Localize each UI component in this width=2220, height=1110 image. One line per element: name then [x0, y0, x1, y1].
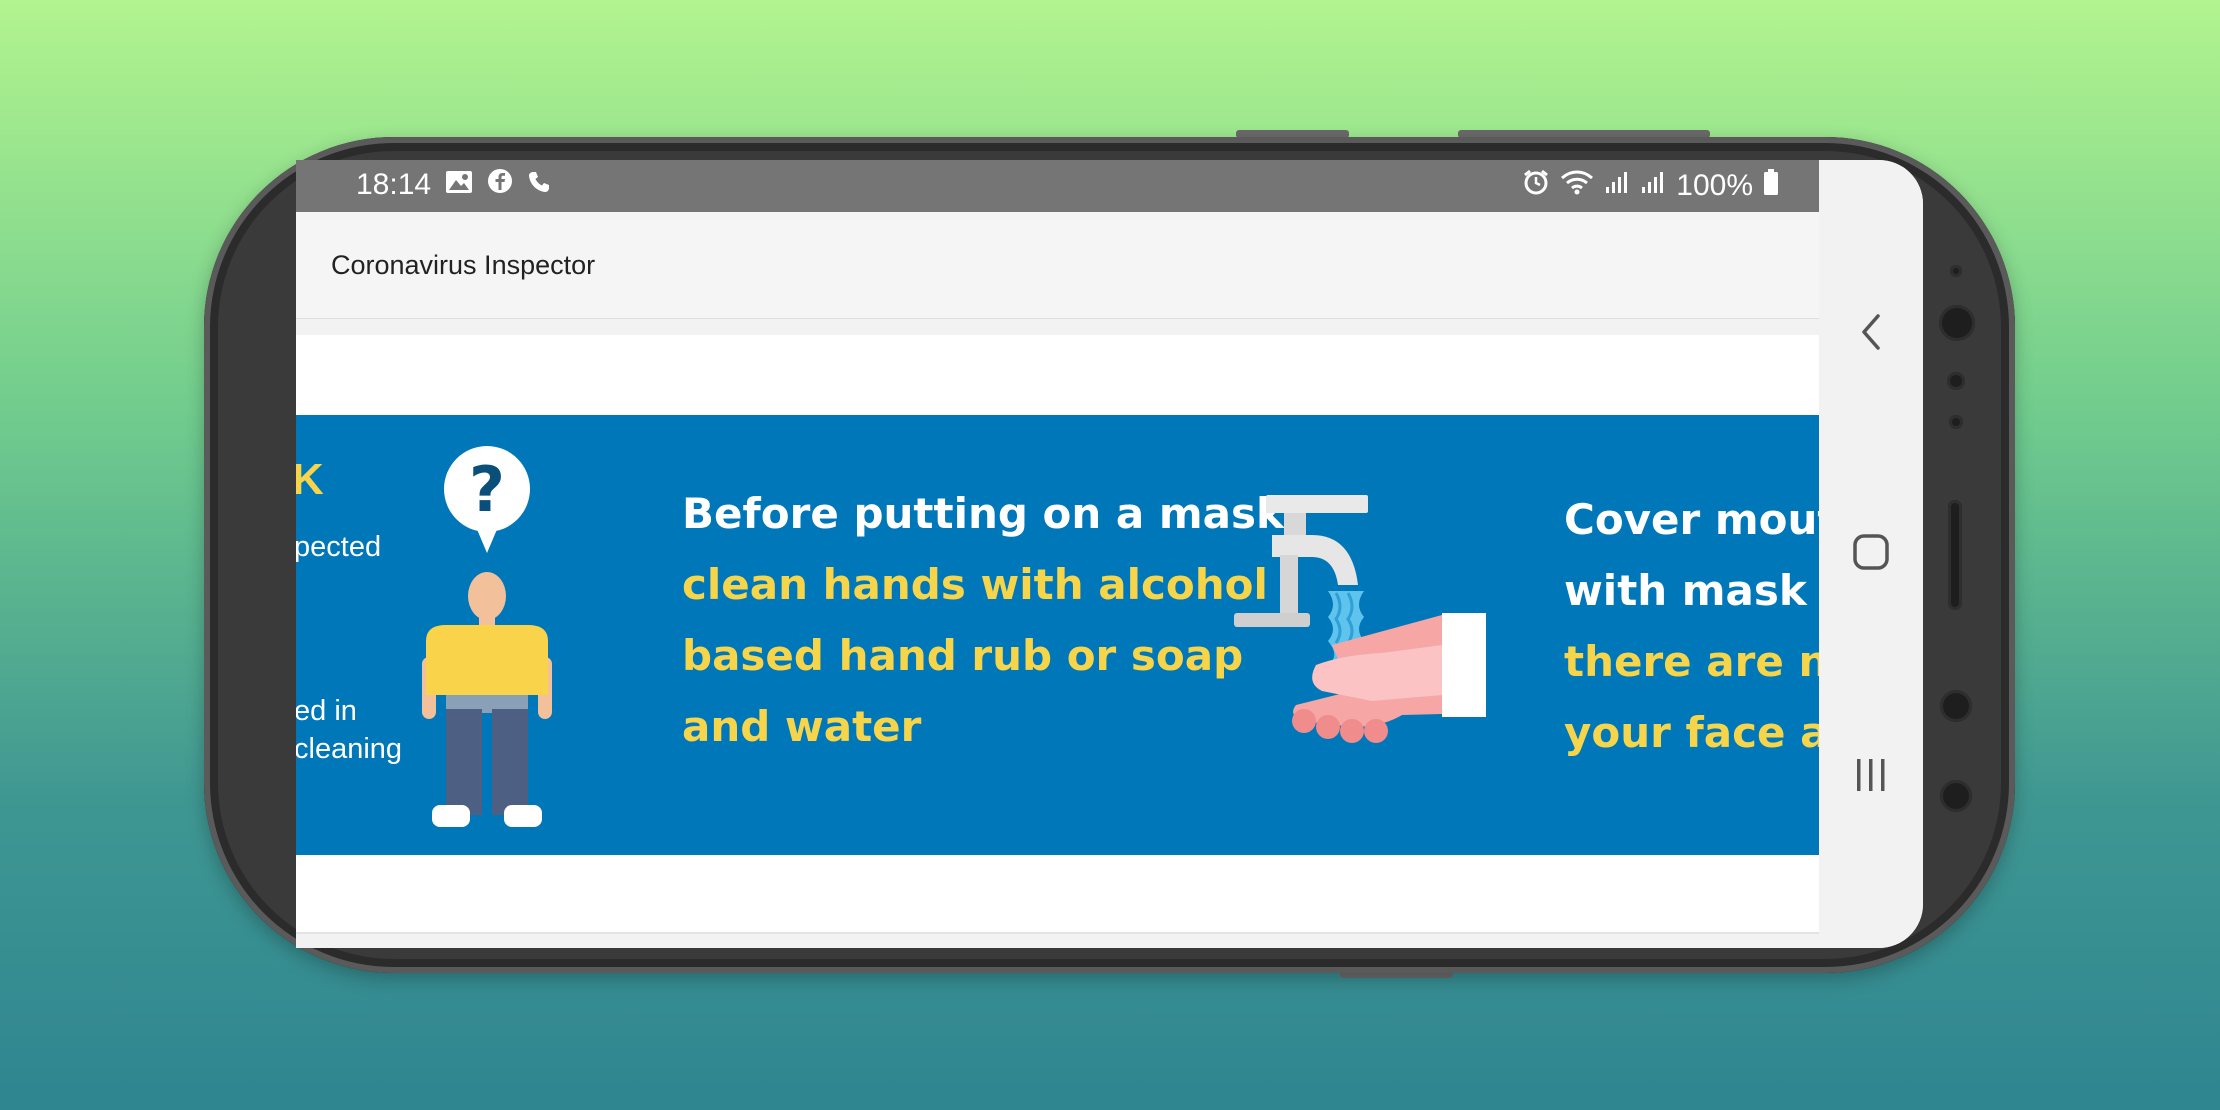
partial-text: pected [296, 531, 382, 563]
sensor-dot [1940, 780, 1972, 812]
sensor-dot [1950, 265, 1962, 277]
back-icon [1856, 312, 1886, 357]
person-question-illustration: ? [416, 445, 556, 840]
sensor-dot [1949, 415, 1963, 429]
mask-text-line: based hand rub or soap [682, 631, 1244, 680]
partial-text: ed in [296, 695, 357, 727]
signal-icon [1604, 169, 1630, 203]
status-time: 18:14 [356, 168, 432, 201]
cover-text-line: your face an [1564, 708, 1819, 757]
navigation-bar [1819, 160, 1923, 948]
status-bar: 18:14 100% [296, 160, 1819, 212]
back-button[interactable] [1846, 309, 1896, 359]
info-banner[interactable]: K pected ed in cleaning ? Before putting… [296, 415, 1819, 855]
alarm-icon [1522, 168, 1550, 204]
facebook-icon [487, 168, 513, 202]
mask-text-line: and water [682, 702, 922, 751]
handwashing-illustration [1232, 495, 1492, 770]
sensor-dot [1947, 372, 1965, 390]
partial-text: cleaning [296, 733, 403, 765]
cover-text-line: there are no [1564, 637, 1819, 686]
cover-text-line: Cover mouth [1564, 495, 1819, 544]
front-camera [1939, 305, 1975, 341]
signal-icon [1640, 169, 1666, 203]
phone-screen: 18:14 100% Coronavirus Inspector K pecte… [296, 160, 1923, 948]
phone-icon [527, 168, 551, 202]
svg-text:?: ? [469, 453, 505, 526]
cover-text-line: with mask a [1564, 566, 1819, 615]
mask-text-line: Before putting on a mask, [682, 489, 1300, 538]
app-bar: Coronavirus Inspector [296, 212, 1819, 319]
image-icon [445, 168, 473, 202]
sensor-dot [1940, 690, 1972, 722]
speaker-grille [1948, 500, 1962, 610]
recents-icon [1851, 755, 1891, 800]
battery-icon [1763, 168, 1779, 204]
recents-button[interactable] [1846, 752, 1896, 802]
mask-text-line: clean hands with alcohol [682, 560, 1268, 609]
home-button[interactable] [1846, 529, 1896, 579]
app-title: Coronavirus Inspector [331, 250, 596, 280]
wifi-icon [1560, 168, 1594, 204]
battery-percent: 100% [1676, 169, 1753, 202]
partial-heading: K [296, 455, 324, 504]
home-icon [1851, 532, 1891, 577]
